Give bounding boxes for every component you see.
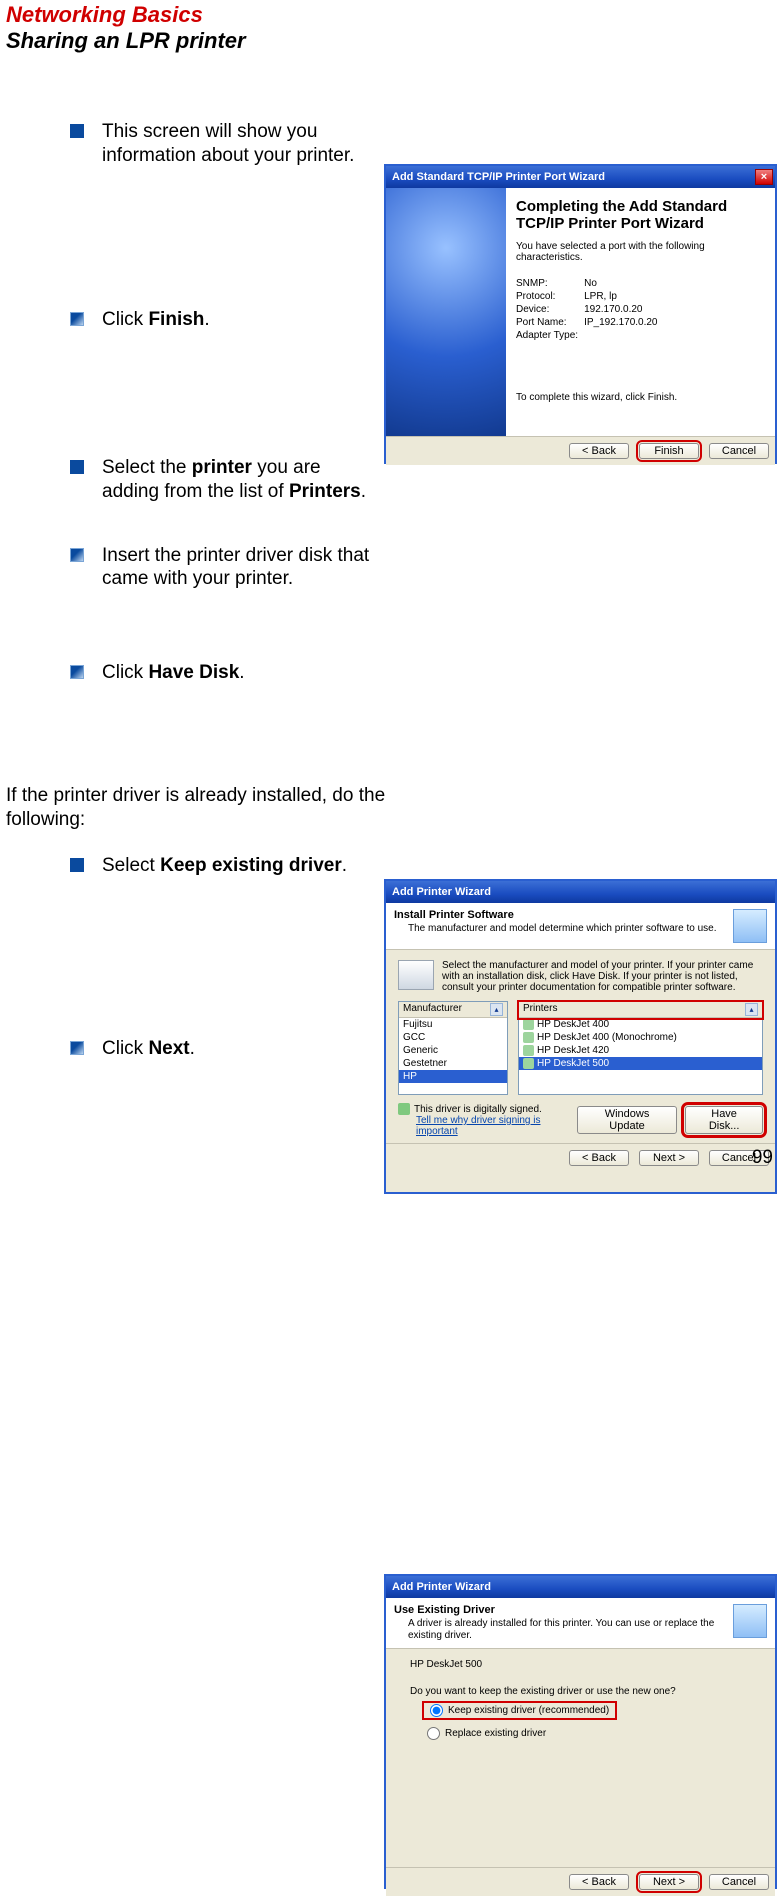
radio-keep-existing[interactable]: Keep existing driver (recommended)	[424, 1703, 615, 1718]
bullet-text: This screen will show you information ab…	[102, 120, 380, 168]
bullet-text: Insert the printer driver disk that came…	[102, 544, 380, 592]
back-button[interactable]: < Back	[569, 1150, 629, 1166]
wizard-subtext: You have selected a port with the follow…	[516, 241, 765, 263]
port-characteristics-table: SNMP:No Protocol:LPR, lp Device:192.170.…	[516, 277, 664, 342]
back-button[interactable]: < Back	[569, 1874, 629, 1890]
printer-icon	[733, 1604, 767, 1638]
dialog-use-existing-driver: Add Printer Wizard Use Existing Driver A…	[384, 1574, 777, 1889]
wizard-side-graphic	[386, 188, 506, 436]
next-button[interactable]: Next >	[639, 1874, 699, 1890]
radio-input[interactable]	[430, 1704, 443, 1717]
dialog-subtitle: Use Existing Driver	[394, 1604, 733, 1616]
bullet-icon	[70, 1041, 84, 1055]
heading-black: Sharing an LPR printer	[0, 28, 783, 54]
bullet-text: Click Have Disk.	[102, 661, 245, 685]
dialog-description: A driver is already installed for this p…	[408, 1618, 733, 1642]
dialog-tcpip-port-wizard: Add Standard TCP/IP Printer Port Wizard …	[384, 164, 777, 464]
dialog-title: Add Printer Wizard	[392, 1581, 491, 1593]
bullet-icon	[70, 858, 84, 872]
heading-red: Networking Basics	[0, 0, 783, 28]
paragraph-text: If the printer driver is already install…	[6, 784, 430, 832]
radio-input[interactable]	[427, 1727, 440, 1740]
bullet-icon	[70, 665, 84, 679]
bullet-text: Select Keep existing driver.	[102, 854, 347, 878]
close-icon[interactable]: ×	[755, 169, 773, 185]
dialog-title: Add Standard TCP/IP Printer Port Wizard	[392, 171, 605, 183]
bullet-icon	[70, 548, 84, 562]
cancel-button[interactable]: Cancel	[709, 1874, 769, 1890]
bullet-icon	[70, 124, 84, 138]
question-text: Do you want to keep the existing driver …	[410, 1686, 761, 1697]
finish-note: To complete this wizard, click Finish.	[516, 392, 765, 403]
page-number: 99	[752, 1147, 773, 1169]
radio-replace[interactable]: Replace existing driver	[424, 1726, 761, 1741]
wizard-heading: Completing the Add Standard TCP/IP Print…	[516, 198, 765, 233]
printer-name-text: HP DeskJet 500	[410, 1659, 761, 1670]
bullet-text: Click Next.	[102, 1037, 195, 1061]
next-button[interactable]: Next >	[639, 1150, 699, 1166]
bullet-icon	[70, 460, 84, 474]
bullet-icon	[70, 312, 84, 326]
bullet-text: Click Finish.	[102, 308, 210, 332]
bullet-text: Select the printer you are adding from t…	[102, 456, 380, 504]
